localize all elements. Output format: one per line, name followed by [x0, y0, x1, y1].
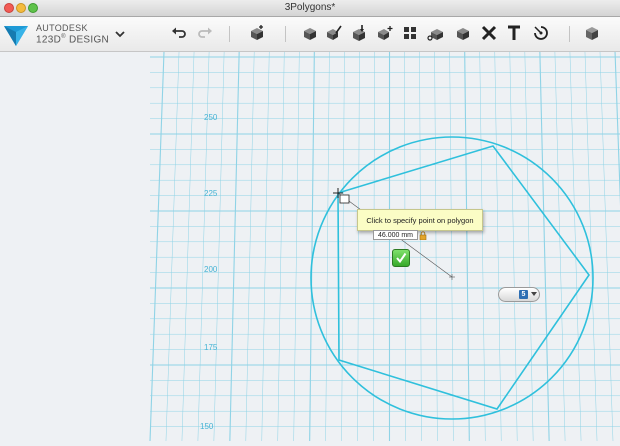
confirm-button[interactable] [392, 249, 410, 267]
checkmark-icon [395, 252, 407, 264]
sides-count-control[interactable]: 5 [498, 287, 540, 302]
pentagon-polygon[interactable] [338, 146, 589, 409]
sides-count-value[interactable]: 5 [519, 290, 528, 299]
sketch-layer [0, 0, 620, 441]
point-snap-icon [340, 195, 349, 203]
hint-tooltip: Click to specify point on polygon [357, 209, 483, 231]
radius-dimension-input[interactable]: 46.000 mm [373, 230, 418, 240]
chevron-down-icon[interactable] [531, 292, 537, 297]
lock-icon[interactable] [419, 231, 427, 240]
